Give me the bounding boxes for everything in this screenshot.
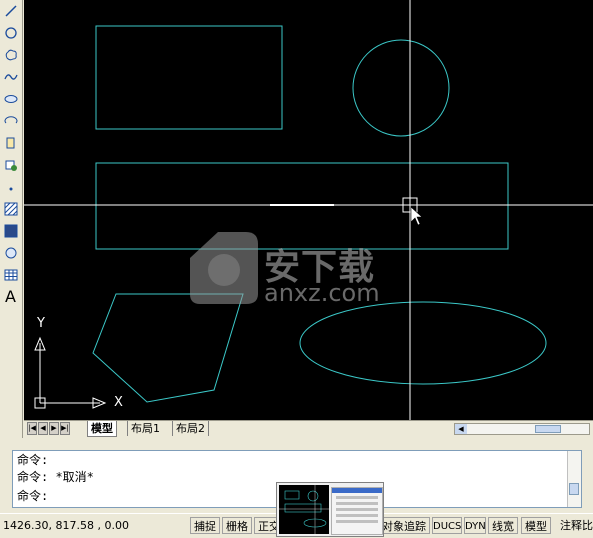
revcloud-tool-icon[interactable] [2, 46, 19, 63]
point-tool-icon[interactable] [2, 178, 19, 195]
model-space-toggle[interactable]: 模型 [521, 517, 551, 534]
gradient-tool-icon[interactable] [2, 222, 19, 239]
region-tool-icon[interactable] [2, 244, 19, 261]
ucs-y-label: Y [37, 316, 45, 331]
circle-tool-icon[interactable] [2, 24, 19, 41]
circle-shape[interactable] [352, 39, 450, 137]
scrollbar-thumb[interactable] [535, 425, 561, 433]
hatch-tool-icon[interactable] [2, 200, 19, 217]
ucs-x-label: X [114, 395, 123, 410]
drawing-canvas[interactable]: Y X [24, 0, 593, 420]
insert-block-tool-icon[interactable] [2, 134, 19, 151]
horizontal-scrollbar[interactable]: ◀ [454, 423, 590, 435]
taskbar-thumbnail-preview[interactable] [276, 482, 384, 537]
annotation-scale-label[interactable]: 注释比 [560, 517, 593, 534]
ellipse-tool-icon[interactable] [2, 90, 19, 107]
multiline-text-tool-icon[interactable]: A [2, 287, 19, 306]
dyn-toggle[interactable]: DYN [464, 517, 486, 534]
object-tracking-toggle[interactable]: 对象追踪 [378, 517, 430, 534]
grid-toggle[interactable]: 栅格 [222, 517, 252, 534]
ellipse-arc-tool-icon[interactable] [2, 112, 19, 129]
pentagon-shape[interactable] [92, 293, 244, 403]
command-prompt-input[interactable]: 命令: [17, 489, 48, 503]
line-tool-icon[interactable] [2, 2, 19, 19]
last-tab-button[interactable]: ▶| [60, 422, 70, 435]
command-scrollbar[interactable] [567, 451, 581, 507]
coordinate-readout: 1426.30, 817.58 , 0.00 [3, 519, 129, 532]
prev-tab-button[interactable]: ◀ [38, 422, 48, 435]
ducs-toggle[interactable]: DUCS [432, 517, 462, 534]
thumbnail-dialog-pane [331, 487, 383, 535]
tab-model[interactable]: 模型 [87, 421, 117, 437]
layout-tab-bar: |◀ ◀ ▶ ▶| 模型 布局1 布局2 ◀ [24, 420, 593, 438]
scroll-left-icon[interactable]: ◀ [455, 424, 467, 434]
command-line-1: 命令: [17, 453, 49, 467]
first-tab-button[interactable]: |◀ [27, 422, 37, 435]
tab-layout1[interactable]: 布局1 [127, 421, 163, 436]
command-line-2: 命令: *取消* [17, 470, 94, 484]
command-scroll-thumb[interactable] [569, 483, 579, 495]
next-tab-button[interactable]: ▶ [49, 422, 59, 435]
table-tool-icon[interactable] [2, 266, 19, 283]
draw-toolbar: A [0, 0, 23, 440]
thumbnail-drawing-pane [279, 485, 329, 534]
ellipse-shape[interactable] [299, 301, 547, 385]
drawing-svg [24, 0, 593, 420]
spline-tool-icon[interactable] [2, 68, 19, 85]
snap-toggle[interactable]: 捕捉 [190, 517, 220, 534]
watermark-domain: anxz.com [264, 279, 380, 307]
tab-layout2[interactable]: 布局2 [172, 421, 209, 436]
lineweight-toggle[interactable]: 线宽 [488, 517, 518, 534]
rectangle-top-left[interactable] [95, 25, 283, 130]
make-block-tool-icon[interactable] [2, 156, 19, 173]
